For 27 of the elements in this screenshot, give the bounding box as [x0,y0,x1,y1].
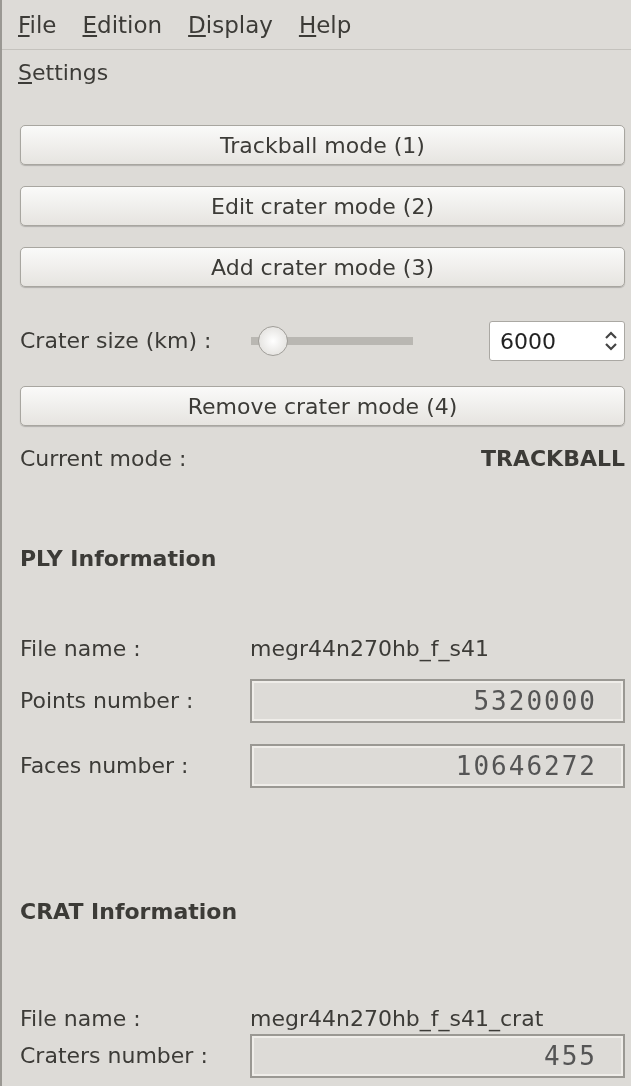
menu-item[interactable]: File [18,9,57,40]
slider-thumb[interactable] [258,326,289,356]
field-label: Points number : [20,687,195,715]
spin-arrows-icon[interactable] [604,330,618,352]
lcd-display: 10646272 [250,744,625,788]
lcd-display: 455 [250,1034,625,1078]
slider-label: Crater size (km) : [20,327,212,355]
mode-value: TRACKBALL [481,445,625,473]
file-name: megr44n270hb_f_s41_crat [250,1005,545,1034]
field-label: Craters number : [20,1042,209,1070]
field-label: File name : [20,635,142,663]
section-heading: PLY Information [20,545,218,573]
menu-item[interactable]: Edition [82,9,163,40]
mode-button[interactable]: Edit crater mode (2) [20,186,625,226]
file-name: megr44n270hb_f_s41 [250,635,490,664]
mode-label: Current mode : [20,445,187,473]
spin-box[interactable]: 6000 [489,321,625,361]
lcd-display: 5320000 [250,679,625,723]
remove-mode-button[interactable]: Remove crater mode (4) [20,386,625,426]
menu-item[interactable]: Display [188,9,273,40]
mode-button[interactable]: Trackball mode (1) [20,125,625,165]
mode-button[interactable]: Add crater mode (3) [20,247,625,287]
field-label: File name : [20,1005,142,1033]
section-heading: CRAT Information [20,898,239,926]
panel-title: Settings [17,59,110,87]
field-label: Faces number : [20,752,190,780]
menu-item[interactable]: Help [298,9,352,40]
